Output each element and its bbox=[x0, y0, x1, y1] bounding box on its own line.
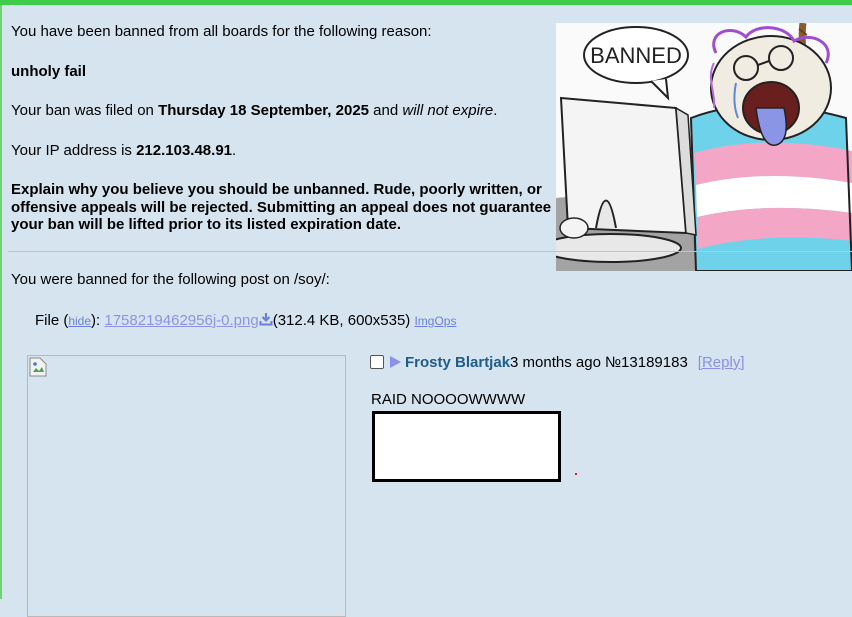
reply-link[interactable]: [Reply] bbox=[698, 354, 745, 371]
file-label-close: ): bbox=[91, 312, 105, 329]
file-meta: (312.4 KB, 600x535) bbox=[272, 312, 411, 329]
ban-filed-expiry: will not expire bbox=[402, 102, 494, 119]
poster-name: Frosty Blartjak bbox=[405, 353, 511, 371]
post-header: Frosty Blartjak 3 months ago №13189183 [… bbox=[370, 352, 744, 372]
ban-filed-suffix: . bbox=[493, 102, 498, 119]
ban-reason: unholy fail bbox=[11, 63, 86, 80]
red-dot-mark bbox=[575, 473, 577, 475]
broken-image-icon bbox=[29, 357, 47, 377]
post-number[interactable]: №13189183 bbox=[605, 354, 688, 371]
redacted-box bbox=[372, 411, 561, 482]
ban-filed-date: Thursday 18 September, 2025 bbox=[158, 102, 369, 119]
ip-address: 212.103.48.91 bbox=[136, 142, 233, 159]
speech-bubble-text: BANNED bbox=[590, 43, 682, 68]
triangle-marker-icon[interactable] bbox=[390, 356, 401, 368]
imgops-link[interactable]: ImgOps bbox=[414, 314, 456, 328]
post-body-text: RAID NOOOOWWWW bbox=[371, 391, 526, 408]
file-label: File ( bbox=[35, 312, 69, 329]
left-accent-edge bbox=[0, 5, 2, 599]
hide-file-link[interactable]: hide bbox=[68, 314, 91, 328]
banned-for-line: You were banned for the following post o… bbox=[11, 271, 330, 288]
section-divider bbox=[8, 251, 852, 252]
ban-filed-line: Your ban was filed on Thursday 18 Septem… bbox=[11, 102, 497, 120]
file-name-link[interactable]: 1758219462956j-0.png bbox=[104, 312, 258, 329]
ip-line: Your IP address is 212.103.48.91. bbox=[11, 142, 236, 160]
appeal-notice: Explain why you believe you should be un… bbox=[11, 181, 552, 233]
ban-intro: You have been banned from all boards for… bbox=[11, 23, 432, 40]
post-time: 3 months ago bbox=[510, 353, 601, 371]
banned-cartoon-drawing: BANNED bbox=[556, 23, 852, 271]
banned-image: BANNED bbox=[556, 23, 852, 271]
ip-prefix: Your IP address is bbox=[11, 142, 137, 159]
post-select-checkbox[interactable] bbox=[370, 355, 384, 369]
ip-suffix: . bbox=[232, 142, 237, 159]
post-image-thumbnail[interactable] bbox=[27, 355, 346, 617]
file-info: File (hide): 1758219462956j-0.png (312.4 … bbox=[35, 312, 456, 330]
ban-filed-and: and bbox=[369, 102, 403, 119]
top-accent-bar bbox=[0, 0, 852, 5]
ban-filed-prefix: Your ban was filed on bbox=[11, 102, 159, 119]
download-icon[interactable] bbox=[259, 312, 273, 329]
